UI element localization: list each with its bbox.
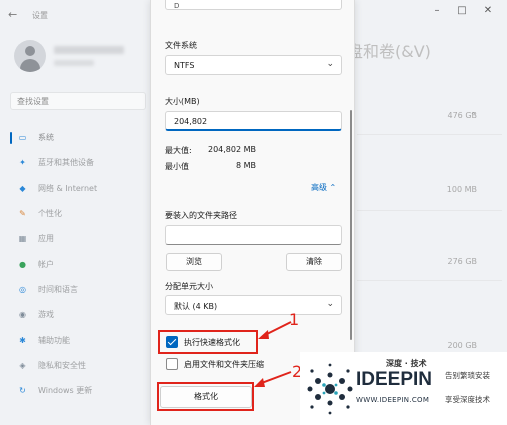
- max-value: 204,802 MB: [207, 145, 256, 154]
- min-value: 8 MB: [235, 161, 256, 170]
- sidebar-item-label: 个性化: [38, 209, 62, 219]
- sidebar-item-label: 辅助功能: [38, 335, 70, 345]
- watermark-title: 深度 · 技术: [386, 359, 427, 368]
- drive-letter-value: D: [174, 2, 180, 10]
- ideepin-logo-icon: [307, 363, 353, 415]
- sidebar-item-label: 时间和语言: [38, 284, 78, 294]
- browse-button[interactable]: 浏览: [166, 253, 222, 271]
- update-icon: ↻: [19, 386, 26, 396]
- watermark-url: WWW.IDEEPIN.COM: [356, 396, 430, 404]
- chevron-down-icon: ⌄: [326, 299, 334, 309]
- back-arrow-icon[interactable]: ←: [8, 9, 20, 21]
- bluetooth-icon: ✦: [19, 158, 26, 168]
- apps-icon: ▦: [18, 234, 27, 244]
- advanced-label: 高级: [311, 183, 327, 192]
- filesystem-label: 文件系统: [165, 41, 197, 50]
- sidebar-item[interactable]: ✱ 辅助功能: [10, 327, 150, 352]
- compression-checkbox[interactable]: [166, 358, 178, 370]
- close-icon[interactable]: ✕: [477, 4, 499, 18]
- wifi-icon: ◆: [19, 183, 26, 193]
- clear-button[interactable]: 清除: [286, 253, 342, 271]
- sidebar-item[interactable]: ✦ 蓝牙和其他设备: [10, 150, 150, 175]
- sidebar-item[interactable]: ● 帐户: [10, 251, 150, 276]
- sidebar-item[interactable]: ↻ Windows 更新: [10, 378, 150, 403]
- min-label: 最小值: [165, 162, 189, 171]
- cluster-size-value: 默认 (4 KB): [174, 302, 218, 311]
- size-input[interactable]: 204,802: [165, 111, 342, 131]
- format-button-highlight: [157, 382, 254, 411]
- sidebar-item-label: 网络 & Internet: [38, 183, 98, 193]
- filesystem-select[interactable]: NTFS ⌄: [165, 55, 342, 75]
- size-label: 大小(MB): [165, 97, 200, 106]
- sidebar-item[interactable]: ◈ 隐私和安全性: [10, 353, 150, 378]
- sidebar-item-label: 应用: [38, 234, 54, 244]
- sidebar-item[interactable]: ✎ 个性化: [10, 201, 150, 226]
- volume-size: 200 GB: [447, 341, 478, 350]
- sidebar-item[interactable]: ◎ 时间和语言: [10, 277, 150, 302]
- watermark-tagline-1: 告别繁琐安装: [445, 371, 490, 380]
- search-placeholder: 查找设置: [17, 97, 49, 106]
- app-title: 设置: [32, 11, 48, 20]
- sidebar-item-label: 蓝牙和其他设备: [38, 158, 94, 168]
- minimize-icon[interactable]: –: [426, 4, 448, 18]
- avatar[interactable]: [14, 40, 46, 72]
- page-title: 盘和卷(&V): [347, 42, 431, 61]
- filesystem-value: NTFS: [174, 61, 195, 70]
- advanced-toggle[interactable]: 高级 ⌃: [311, 182, 336, 193]
- scrollbar[interactable]: [350, 110, 352, 340]
- quick-format-highlight: [158, 330, 258, 354]
- volume-size: 100 MB: [446, 185, 477, 194]
- step-1-arrow-icon: [258, 321, 292, 339]
- sidebar-item-label: 系统: [38, 133, 54, 143]
- maximize-icon[interactable]: □: [451, 4, 473, 18]
- watermark-brand: IDEEPIN: [356, 369, 433, 390]
- volume-size: 276 GB: [447, 257, 478, 266]
- gamepad-icon: ◉: [19, 310, 26, 320]
- sidebar-item-label: 游戏: [38, 310, 54, 320]
- divider: [357, 280, 502, 281]
- monitor-icon: ▭: [18, 133, 27, 143]
- divider: [357, 134, 502, 135]
- mount-path-input[interactable]: [165, 225, 342, 245]
- cluster-size-select[interactable]: 默认 (4 KB) ⌄: [165, 295, 342, 315]
- shield-icon: ◈: [19, 360, 26, 370]
- brush-icon: ✎: [19, 209, 26, 219]
- user-email-blurred: [54, 60, 94, 66]
- step-2-arrow-icon: [254, 371, 292, 387]
- drive-letter-field[interactable]: D: [165, 0, 342, 10]
- person-icon: ●: [19, 259, 26, 269]
- sidebar-item[interactable]: ◆ 网络 & Internet: [10, 176, 150, 201]
- volume-size: 476 GB: [447, 111, 478, 120]
- settings-search-input[interactable]: 查找设置: [10, 92, 146, 110]
- sidebar-nav: ▭ 系统 ✦ 蓝牙和其他设备 ◆ 网络 & Internet ✎ 个性化 ▦ 应用 ● 帐户 ◎ 时间和语…: [10, 125, 150, 403]
- chevron-up-icon: ⌃: [329, 183, 337, 192]
- watermark-tagline-2: 享受深度技术: [445, 395, 490, 404]
- sidebar-item[interactable]: ◉ 游戏: [10, 302, 150, 327]
- sidebar-item-label: 帐户: [38, 259, 54, 269]
- sidebar-item-label: 隐私和安全性: [38, 360, 86, 370]
- sidebar-item-label: Windows 更新: [38, 386, 93, 396]
- accessibility-icon: ✱: [19, 335, 26, 345]
- globe-icon: ◎: [19, 284, 26, 294]
- mount-path-label: 要装入的文件夹路径: [165, 211, 237, 220]
- sidebar-item[interactable]: ▭ 系统: [10, 125, 150, 150]
- sidebar-item[interactable]: ▦ 应用: [10, 226, 150, 251]
- cluster-size-label: 分配单元大小: [165, 282, 213, 291]
- user-name-blurred: [54, 46, 124, 54]
- divider: [357, 210, 502, 211]
- chevron-down-icon: ⌄: [326, 59, 334, 69]
- max-label: 最大值:: [165, 146, 192, 155]
- size-value: 204,802: [174, 117, 208, 126]
